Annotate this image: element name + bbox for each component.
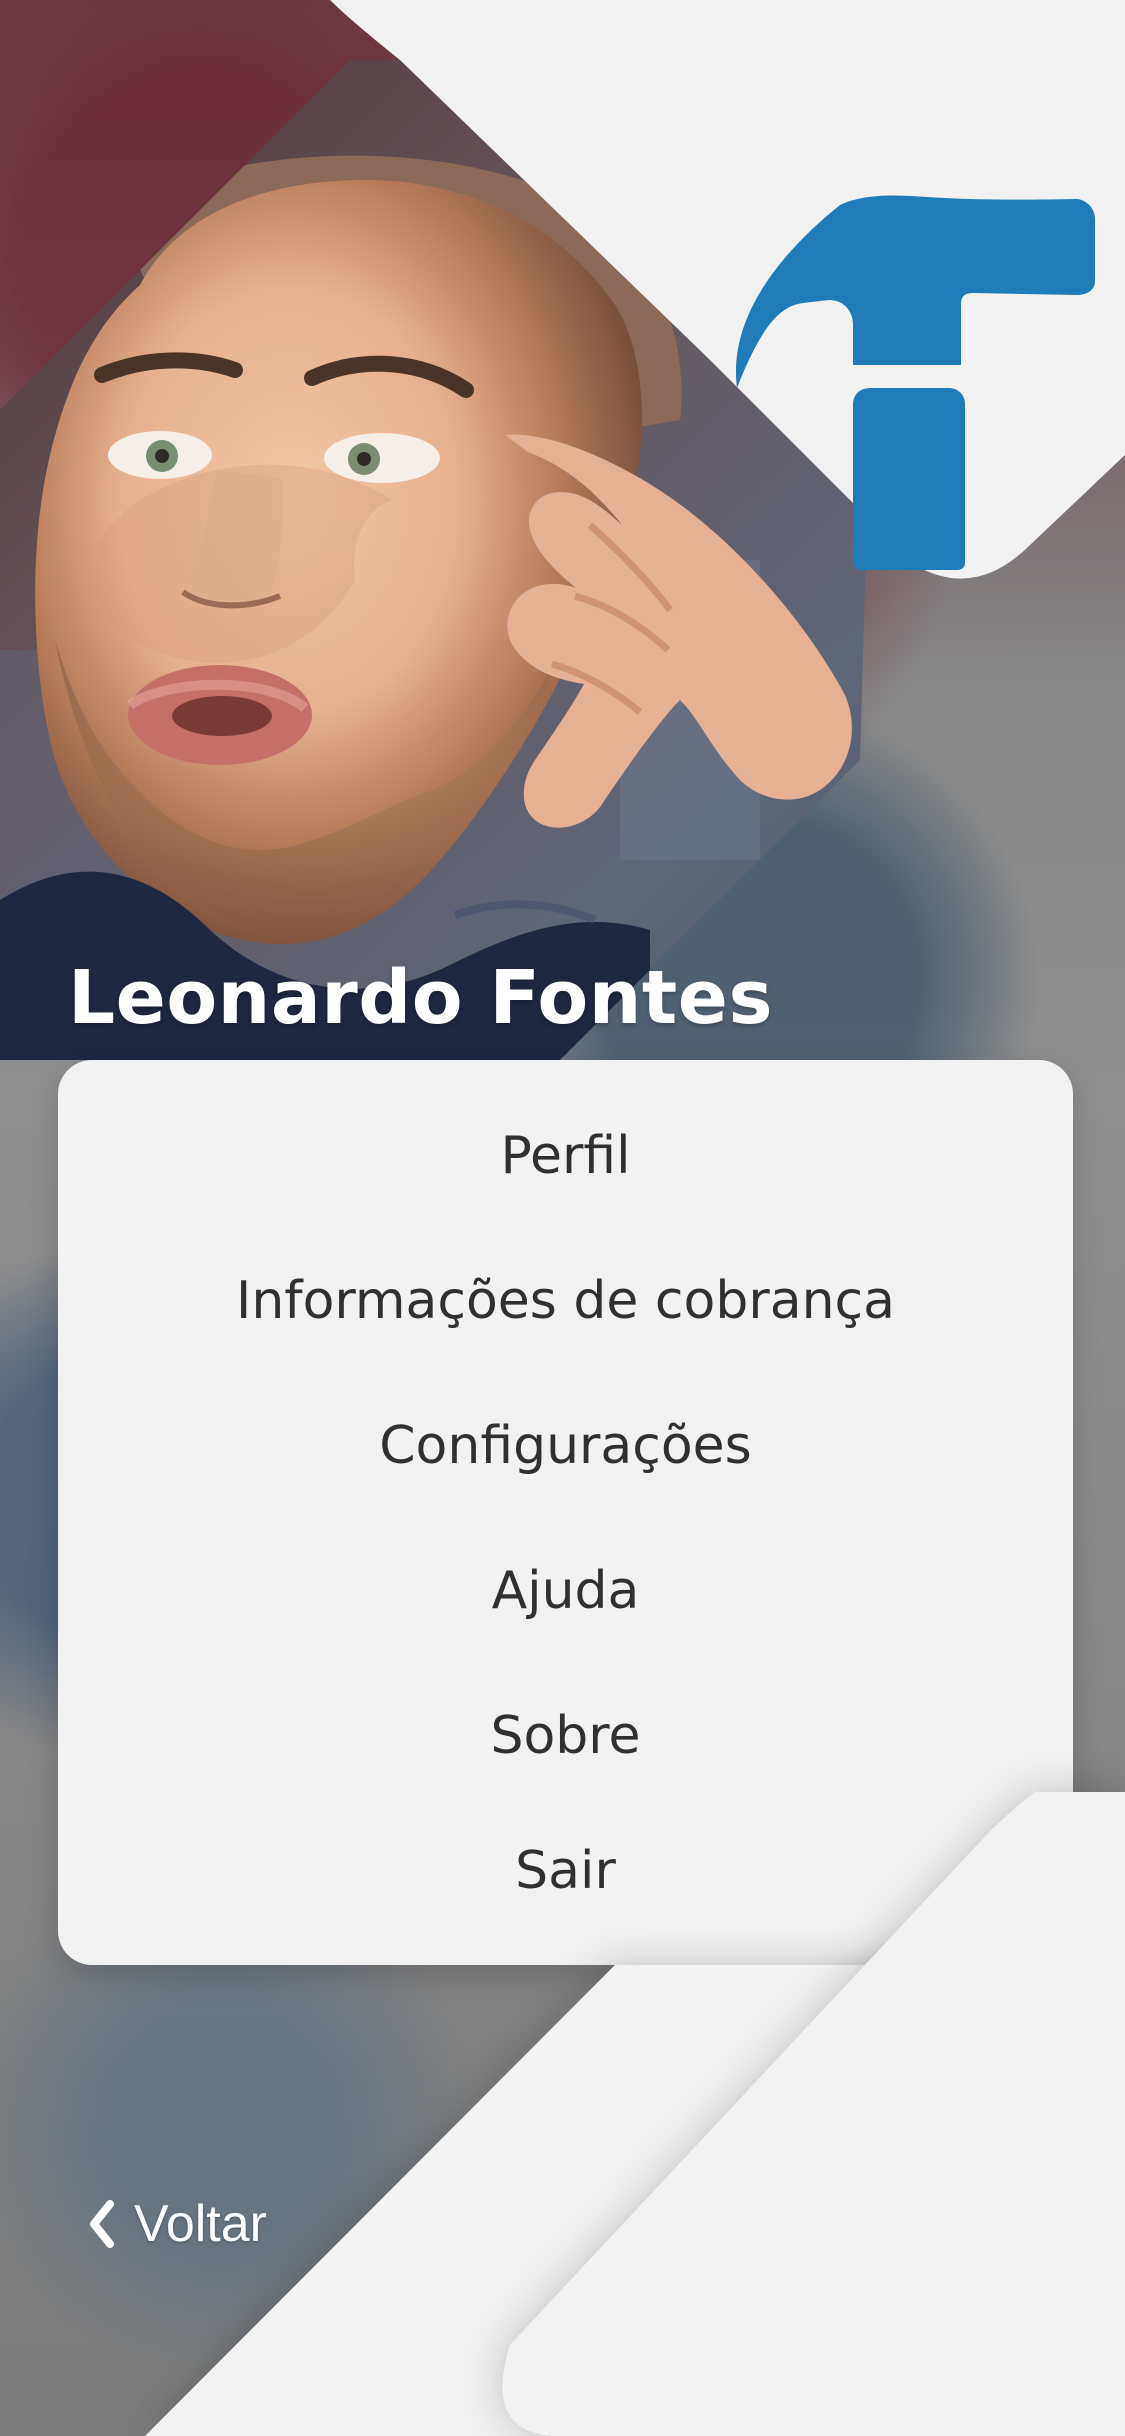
menu-item-logout[interactable]: Sair (58, 1845, 1073, 1897)
back-label: Voltar (134, 2195, 267, 2253)
menu-item-billing-info[interactable]: Informações de cobrança (58, 1275, 1073, 1327)
profile-menu-card: Perfil Informações de cobrança Configura… (58, 1060, 1073, 1965)
hammer-logo-icon (735, 195, 1095, 570)
menu-item-profile[interactable]: Perfil (58, 1130, 1073, 1182)
back-button[interactable]: Voltar (88, 2195, 267, 2253)
chevron-left-icon (90, 2200, 114, 2248)
menu-item-settings[interactable]: Configurações (58, 1420, 1073, 1472)
menu-item-about[interactable]: Sobre (58, 1710, 1073, 1762)
user-name: Leonardo Fontes (68, 955, 774, 1041)
menu-item-help[interactable]: Ajuda (58, 1565, 1073, 1617)
